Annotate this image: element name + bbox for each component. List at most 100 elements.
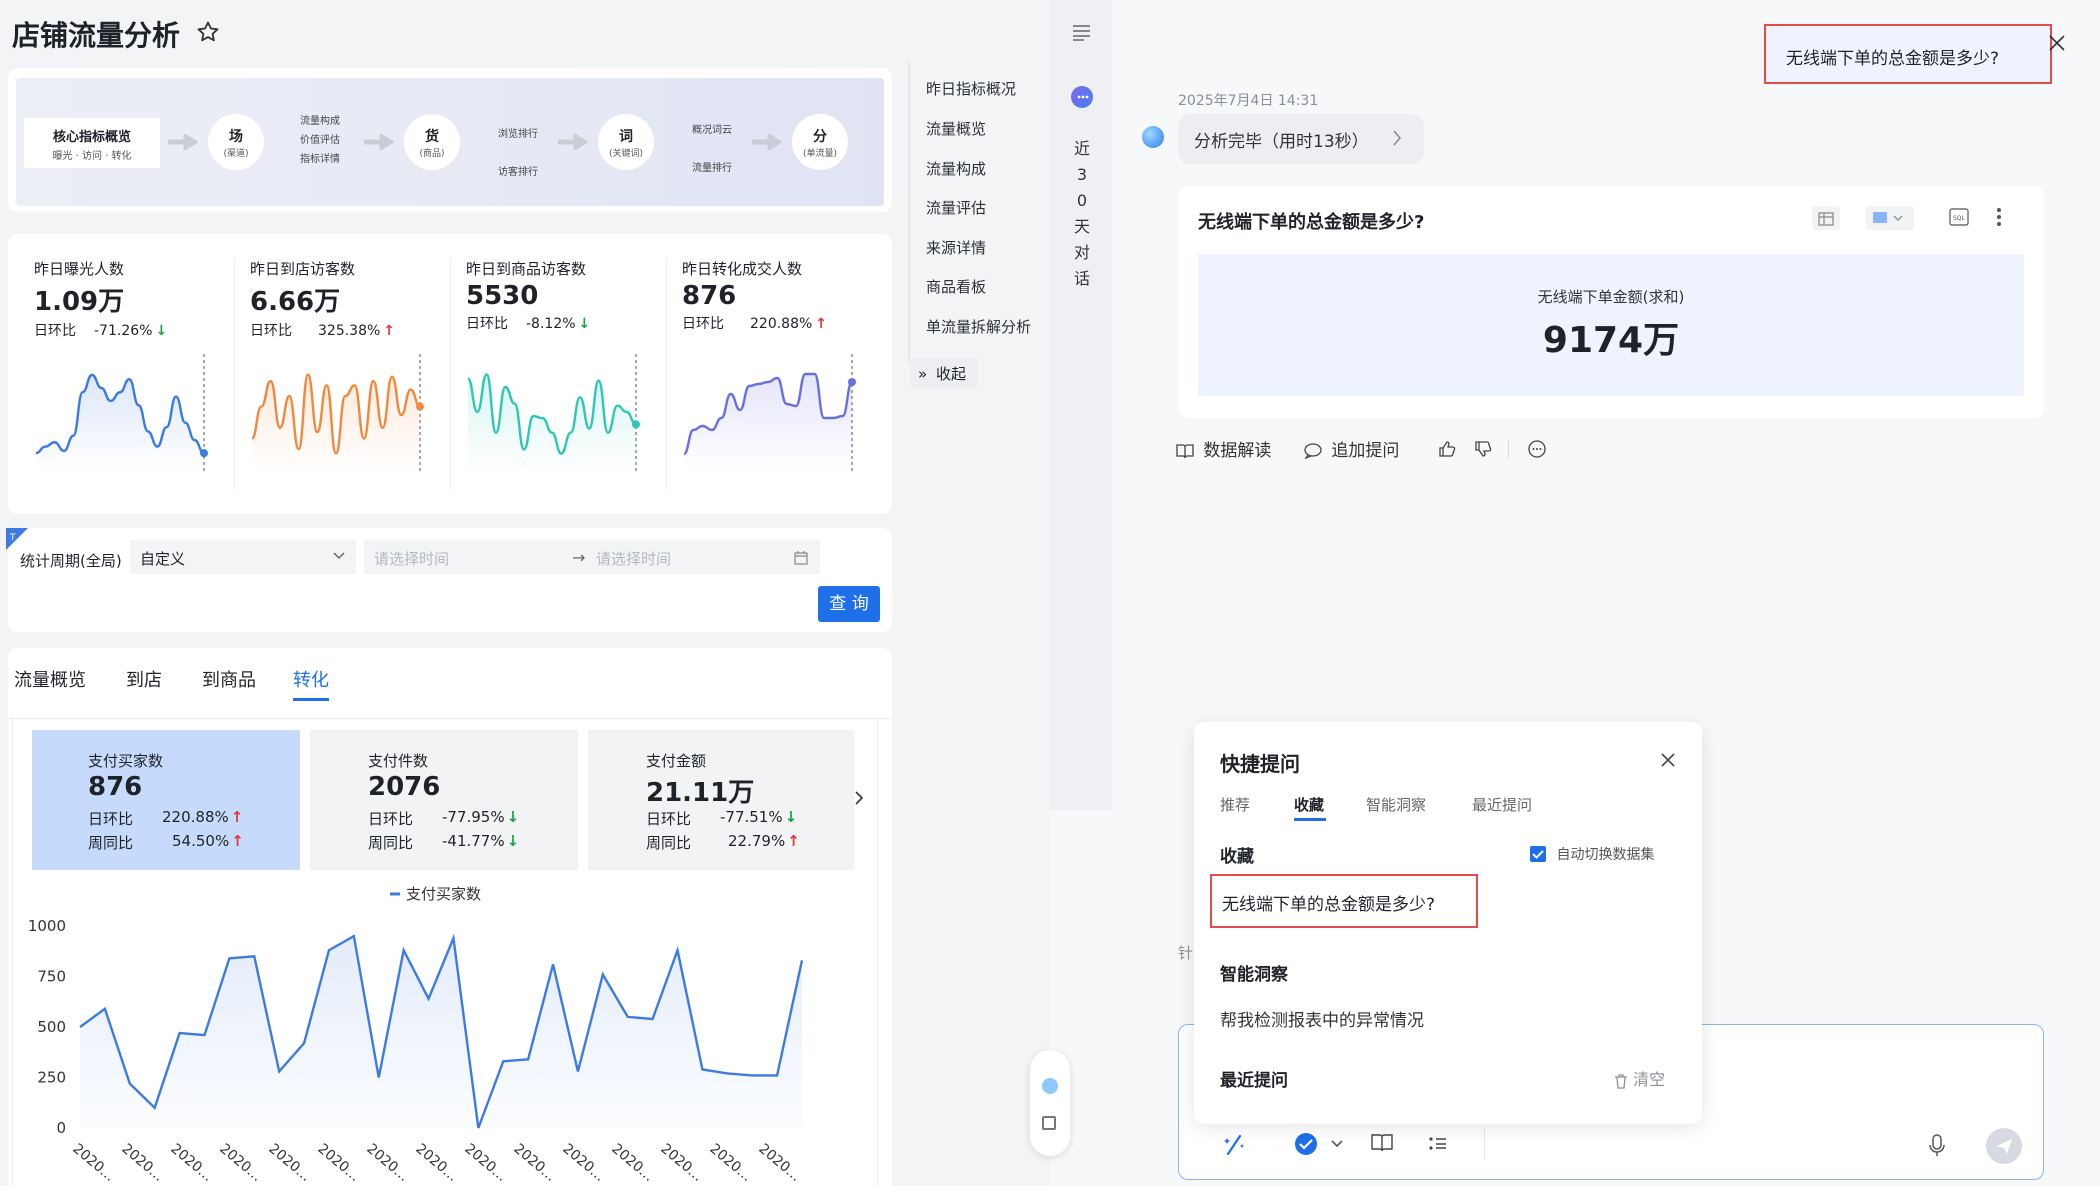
branch-item: 指标详情 — [300, 154, 340, 165]
flow-step-title: 核心指标概览 — [52, 130, 131, 145]
chart-type-dropdown[interactable] — [1866, 206, 1914, 230]
microphone-icon[interactable] — [1928, 1134, 1946, 1162]
period-select[interactable]: 自定义 — [130, 540, 356, 574]
menu-icon[interactable] — [1072, 24, 1092, 46]
flow-step-fen[interactable]: 分 (单流量) — [792, 114, 848, 170]
kpi-card[interactable]: 昨日曝光人数 1.09万 日环比 -71.26% ↓ — [34, 258, 234, 498]
assistant-avatar — [1142, 126, 1164, 148]
favorite-question-item[interactable]: 无线端下单的总金额是多少? — [1210, 874, 1478, 928]
close-chat-icon[interactable] — [2048, 34, 2066, 56]
kpi-label: 昨日曝光人数 — [34, 260, 125, 278]
metric-card[interactable]: 支付金额 21.11万 日环比 -77.51% ↓ 周同比 22.79% ↑ — [588, 730, 854, 870]
side-nav-item[interactable]: 流量评估 — [926, 197, 986, 218]
flow-step-sub: 曝光 · 访问 · 转化 — [52, 151, 132, 162]
recent-30-days-tab[interactable]: 近 3 0 天 对 话 — [1072, 136, 1092, 292]
metric-cmp-value: 22.79% — [728, 832, 786, 850]
y-tick-label: 0 — [56, 1119, 66, 1137]
flow-step-sub: (商品) — [419, 149, 445, 159]
x-tick-label: 2020… — [118, 1141, 166, 1185]
tab-recent[interactable]: 最近提问 — [1472, 794, 1532, 815]
list-icon[interactable] — [1428, 1134, 1448, 1158]
branch-item: 流量构成 — [300, 116, 340, 127]
arrow-icon — [752, 132, 783, 154]
metric-cmp-label: 日环比 — [646, 810, 692, 828]
branch-item: 价值评估 — [300, 135, 340, 146]
side-nav-item[interactable]: 商品看板 — [926, 276, 986, 297]
send-button[interactable] — [1986, 1128, 2022, 1164]
tab-favorites[interactable]: 收藏 — [1294, 794, 1324, 815]
chat-bubble-icon[interactable] — [1071, 86, 1093, 108]
floating-widget[interactable] — [1030, 1050, 1070, 1156]
down-arrow-icon: ↓ — [506, 832, 520, 850]
side-nav-item[interactable]: 来源详情 — [926, 237, 986, 258]
divider — [1508, 440, 1509, 458]
auto-switch-checkbox[interactable]: 自动切换数据集 — [1530, 844, 1654, 864]
popover-title: 快捷提问 — [1220, 752, 1300, 776]
query-button[interactable]: 查 询 — [818, 586, 880, 622]
kpi-card[interactable]: 昨日到店访客数 6.66万 日环比 325.38% ↑ — [250, 258, 450, 498]
flow-step-huo[interactable]: 货 (商品) — [404, 114, 460, 170]
kpi-sparkline — [35, 354, 208, 472]
model-selector[interactable] — [1286, 1126, 1346, 1162]
kpi-card[interactable]: 昨日转化成交人数 876 日环比 220.88% ↑ — [682, 258, 882, 498]
tab-to-store[interactable]: 到店 — [126, 666, 162, 692]
metric-card[interactable]: 支付件数 2076 日环比 -77.95% ↓ 周同比 -41.77% ↓ — [310, 730, 578, 870]
kpi-divider — [234, 258, 235, 490]
tab-conversion[interactable]: 转化 — [293, 666, 329, 692]
filter-corner-icon: T — [6, 528, 28, 550]
metric-card-selected[interactable]: 支付买家数 876 日环比 220.88% ↑ 周同比 54.50% ↑ — [32, 730, 300, 870]
sparkline-end-point — [848, 378, 856, 386]
metric-cmp-label: 日环比 — [368, 810, 414, 828]
sparkline-end-point — [200, 449, 208, 458]
thumbs-down-icon[interactable] — [1474, 440, 1492, 462]
end-date-input[interactable]: 请选择时间 — [596, 548, 671, 569]
arrow-icon — [168, 132, 199, 154]
tab-traffic-overview[interactable]: 流量概览 — [14, 666, 86, 692]
date-range-picker[interactable]: 请选择时间 → 请选择时间 — [364, 540, 820, 574]
chevron-right-icon[interactable] — [852, 790, 866, 810]
follow-up-button[interactable]: 追加提问 — [1304, 436, 1399, 461]
x-tick-label: 2020… — [216, 1141, 264, 1185]
side-nav-item[interactable]: 流量概览 — [926, 118, 986, 139]
tab-smart-insight[interactable]: 智能洞察 — [1366, 794, 1426, 815]
close-popover-icon[interactable] — [1660, 752, 1676, 772]
message-date: 2025年7月4日 14:31 — [1178, 93, 1319, 109]
kpi-compare-label: 日环比 — [34, 323, 76, 339]
clear-button[interactable]: 清空 — [1614, 1066, 1665, 1090]
metric-cmp-value: 220.88% — [162, 808, 229, 826]
metric-title: 支付金额 — [646, 752, 707, 770]
star-icon[interactable] — [196, 20, 220, 44]
side-nav-item[interactable]: 流量构成 — [926, 158, 986, 179]
side-nav-item[interactable]: 单流量拆解分析 — [926, 316, 1031, 337]
kpi-change: 220.88% — [750, 316, 813, 332]
arrow-right-icon: → — [572, 548, 586, 567]
collapse-button[interactable]: » 收起 — [910, 358, 978, 388]
metric-cmp-label: 周同比 — [88, 834, 134, 852]
sql-icon[interactable]: SQL — [1948, 206, 1970, 228]
tab-to-product[interactable]: 到商品 — [202, 666, 256, 692]
kpi-card[interactable]: 昨日到商品访客数 5530 日环比 -8.12% ↓ — [466, 258, 666, 498]
analysis-status-pill[interactable]: 分析完毕（用时13秒） — [1178, 114, 1424, 164]
tab-recommend[interactable]: 推荐 — [1220, 794, 1250, 815]
up-arrow-icon: ↑ — [787, 832, 800, 850]
start-date-input[interactable]: 请选择时间 — [374, 548, 449, 569]
branch-item: 访客排行 — [498, 167, 538, 178]
input-hint-text: 针 — [1178, 944, 1194, 962]
data-interpret-button[interactable]: 数据解读 — [1176, 436, 1271, 461]
insight-question-item[interactable]: 帮我检测报表中的异常情况 — [1220, 1006, 1424, 1031]
metric-cmp-value: 54.50% — [172, 832, 230, 850]
magic-wand-icon[interactable] — [1224, 1132, 1250, 1160]
kpi-row: 昨日曝光人数 1.09万 日环比 -71.26% ↓ 昨日到店访客数 6.66万 日… — [8, 234, 892, 514]
flow-step-chang[interactable]: 场 (渠道) — [208, 114, 264, 170]
knowledge-book-icon[interactable] — [1370, 1132, 1400, 1158]
flow-step-core[interactable]: 核心指标概览 曝光 · 访问 · 转化 — [24, 118, 160, 168]
table-view-icon[interactable] — [1812, 206, 1840, 230]
period-select-value: 自定义 — [140, 550, 186, 568]
thumbs-up-icon[interactable] — [1438, 440, 1456, 462]
more-horizontal-icon[interactable] — [1528, 440, 1546, 462]
legend-label: 支付买家数 — [406, 885, 481, 903]
more-icon[interactable] — [1996, 206, 2002, 232]
flow-step-title: 货 — [425, 129, 439, 145]
flow-step-ci[interactable]: 词 (关键词) — [598, 114, 654, 170]
side-nav-item[interactable]: 昨日指标概况 — [926, 78, 1016, 99]
